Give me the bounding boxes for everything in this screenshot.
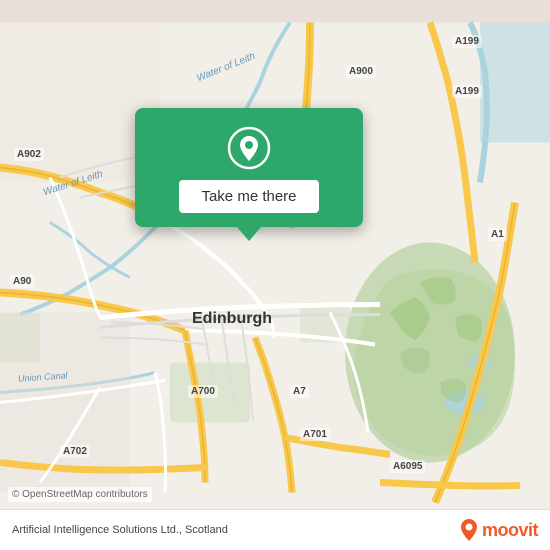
road-label-a7: A7	[290, 385, 309, 398]
road-label-a702: A702	[60, 445, 90, 458]
copyright-text: © OpenStreetMap contributors	[8, 487, 152, 502]
road-label-a6095: A6095	[390, 460, 425, 473]
road-label-a90: A90	[10, 275, 34, 288]
road-label-a199-1: A199	[452, 35, 482, 48]
city-label: Edinburgh	[192, 310, 272, 328]
moovit-logo: moovit	[460, 519, 538, 541]
map-background	[0, 0, 550, 550]
road-label-a902: A902	[14, 148, 44, 161]
map-container: Edinburgh Water of Leith Water of Leith …	[0, 0, 550, 550]
company-attribution: Artificial Intelligence Solutions Ltd., …	[12, 524, 228, 536]
bottom-bar: Artificial Intelligence Solutions Ltd., …	[0, 509, 550, 550]
road-label-a700: A700	[188, 385, 218, 398]
road-label-a1: A1	[488, 228, 507, 241]
road-label-a701: A701	[300, 428, 330, 441]
moovit-text: moovit	[482, 520, 538, 541]
popup-card: Take me there	[135, 108, 363, 227]
take-me-there-button[interactable]: Take me there	[179, 180, 318, 213]
road-label-a199-2: A199	[452, 85, 482, 98]
road-label-a900: A900	[346, 65, 376, 78]
location-pin-icon	[227, 126, 271, 170]
moovit-pin-icon	[460, 519, 478, 541]
